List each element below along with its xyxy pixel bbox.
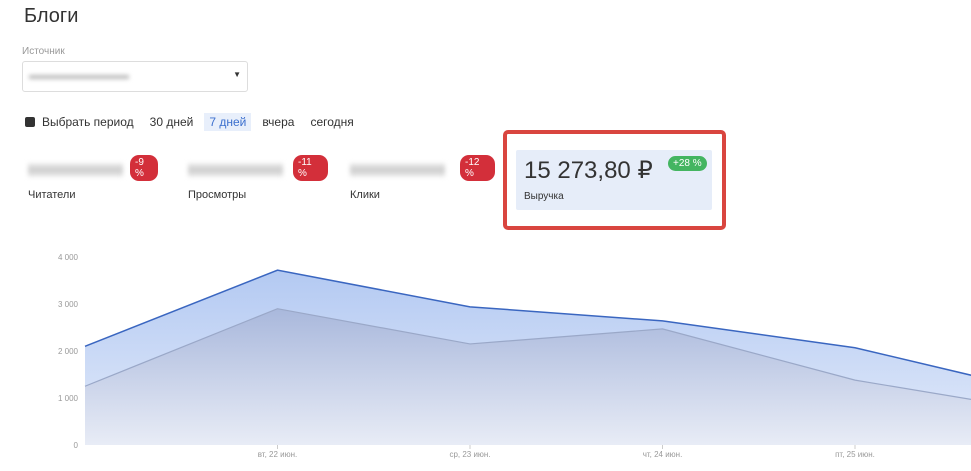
period-today[interactable]: сегодня (305, 113, 358, 131)
blurred-value (350, 163, 445, 177)
change-badge: +28 % (668, 156, 707, 171)
area-chart: 0 1 000 2 000 3 000 4 000 вт, 22 июн. ср, 23 и… (58, 253, 971, 459)
period-7-days[interactable]: 7 дней (204, 113, 252, 131)
metric-views[interactable]: -11 % Просмотры (188, 155, 328, 201)
change-badge: -11 % (293, 155, 328, 181)
y-tick-label: 1 000 (58, 394, 79, 403)
y-tick-label: 0 (74, 441, 79, 450)
source-label: Источник (22, 46, 65, 57)
blurred-value (188, 163, 283, 177)
source-select[interactable]: ▼ (22, 61, 248, 92)
metric-label: Читатели (28, 189, 76, 201)
metric-revenue[interactable]: 15 273,80 ₽ +28 % Выручка (516, 150, 712, 210)
y-tick-label: 4 000 (58, 253, 79, 262)
change-badge: -12 % (460, 155, 495, 181)
period-selector: Выбрать период 30 дней 7 дней вчера сего… (25, 113, 365, 131)
period-30-days[interactable]: 30 дней (145, 113, 199, 131)
metric-clicks[interactable]: -12 % Клики (350, 155, 495, 201)
x-tick-label: вт, 22 июн. (258, 450, 298, 459)
y-tick-label: 3 000 (58, 300, 79, 309)
calendar-icon[interactable] (25, 117, 35, 127)
blurred-value (29, 75, 129, 79)
metric-label: Просмотры (188, 189, 247, 201)
metric-label: Выручка (524, 191, 564, 202)
choose-period-button[interactable]: Выбрать период (42, 113, 139, 131)
y-tick-label: 2 000 (58, 347, 79, 356)
revenue-value: 15 273,80 ₽ (524, 157, 653, 184)
caret-down-icon: ▼ (233, 70, 241, 79)
x-tick-label: ср, 23 июн. (449, 450, 490, 459)
blurred-value (28, 163, 123, 177)
page-title: Блоги (24, 5, 79, 27)
change-badge: -9 % (130, 155, 158, 181)
x-tick-label: чт, 24 июн. (643, 450, 683, 459)
x-tick-label: пт, 25 июн. (835, 450, 875, 459)
period-yesterday[interactable]: вчера (257, 113, 299, 131)
metric-label: Клики (350, 189, 380, 201)
metric-readers[interactable]: -9 % Читатели (28, 155, 158, 201)
